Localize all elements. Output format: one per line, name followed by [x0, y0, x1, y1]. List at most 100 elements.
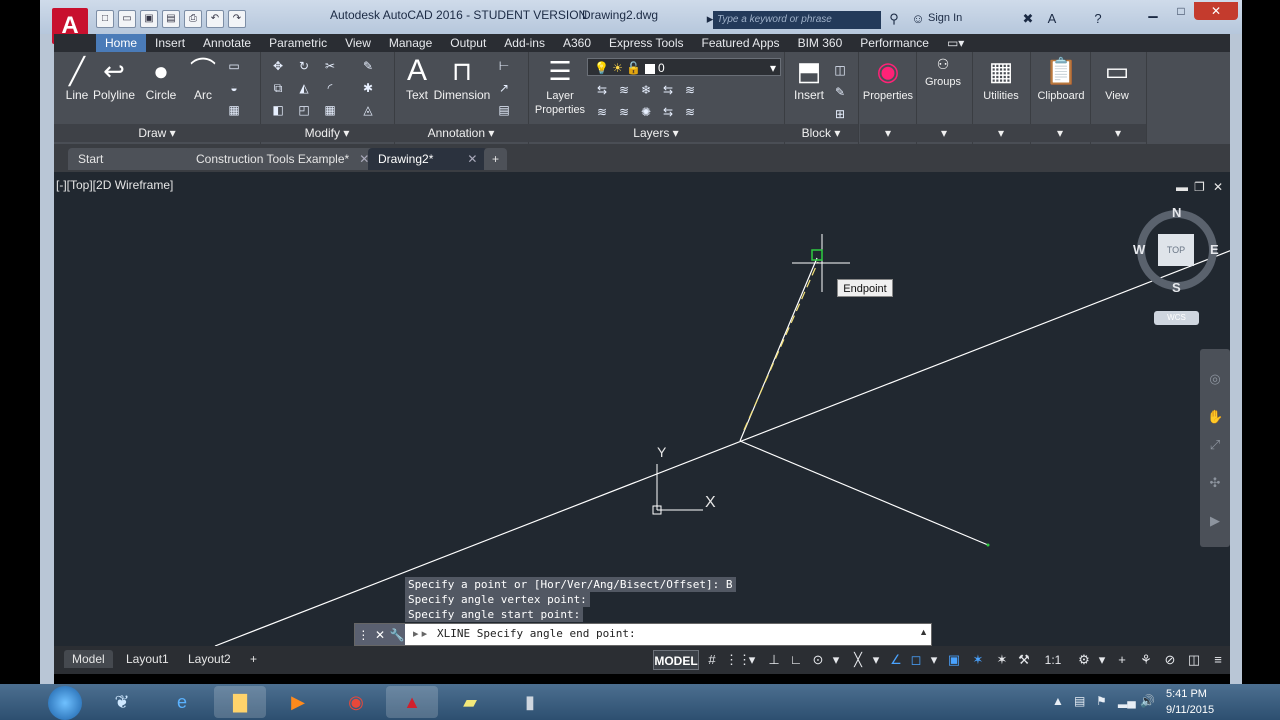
tab-output[interactable]: Output: [441, 34, 495, 52]
help-icon[interactable]: ?: [1090, 11, 1106, 27]
tab-parametric[interactable]: Parametric: [260, 34, 336, 52]
tab-insert[interactable]: Insert: [146, 34, 194, 52]
lineweight-icon[interactable]: ▣: [945, 651, 963, 669]
add-layout-button[interactable]: +: [242, 650, 265, 668]
clipboard-button[interactable]: 📋 Clipboard: [1036, 56, 1086, 102]
showmotion-icon[interactable]: ▶: [1207, 513, 1223, 529]
autocad-taskbar-icon[interactable]: ▲: [386, 686, 438, 718]
ribbon-options-icon[interactable]: ▭▾: [938, 34, 973, 52]
hatch-icon[interactable]: ◒: [226, 80, 242, 96]
view-panel-expand[interactable]: ▾: [1090, 124, 1146, 142]
draw-panel-title[interactable]: Draw ▾: [54, 124, 260, 142]
search-input[interactable]: Type a keyword or phrase: [713, 11, 881, 29]
array-icon[interactable]: ▦: [322, 102, 338, 118]
tab-layout1[interactable]: Layout1: [118, 650, 177, 668]
media-player-icon[interactable]: ▶: [272, 686, 324, 718]
autodesk-360-icon[interactable]: A: [1044, 11, 1060, 27]
linear-dim-icon[interactable]: ⊢: [496, 58, 512, 74]
layer-unlock-icon[interactable]: ✺: [638, 104, 654, 120]
internet-explorer-icon[interactable]: e: [156, 686, 208, 718]
close-window-button[interactable]: ✕: [1194, 2, 1238, 20]
workspace-gear-icon[interactable]: ⚙: [1075, 651, 1093, 669]
minimize-window-button[interactable]: ▁: [1140, 2, 1166, 20]
object-snap-tracking-icon[interactable]: ∠: [887, 651, 905, 669]
tab-layout2[interactable]: Layout2: [180, 650, 239, 668]
isometric-drafting-icon[interactable]: ╳: [849, 651, 867, 669]
annotation-scale-icon[interactable]: ⚒: [1015, 651, 1033, 669]
units-icon[interactable]: ⚘: [1137, 651, 1155, 669]
iso-menu-chevron-icon[interactable]: ▾: [867, 651, 885, 669]
zoom-extents-icon[interactable]: ⤢: [1207, 437, 1223, 453]
create-block-icon[interactable]: ◫: [832, 62, 848, 78]
pan-icon[interactable]: ✋: [1207, 409, 1223, 425]
viewport-controls[interactable]: [-][Top][2D Wireframe]: [56, 178, 173, 192]
compass-east[interactable]: E: [1210, 242, 1219, 257]
viewport-restore-icon[interactable]: ❐: [1194, 180, 1205, 194]
tab-performance[interactable]: Performance: [851, 34, 938, 52]
layer-merge-icon[interactable]: ≋: [682, 104, 698, 120]
gradient-icon[interactable]: ▦: [226, 102, 242, 118]
trim-icon[interactable]: ✂: [322, 58, 338, 74]
model-space-button[interactable]: MODEL: [653, 650, 699, 670]
circle-button[interactable]: ● Circle: [138, 56, 184, 102]
properties-button[interactable]: ◉ Properties: [862, 56, 914, 102]
auto-scale-icon[interactable]: ✶: [993, 651, 1011, 669]
steering-wheel-icon[interactable]: ◎: [1207, 371, 1223, 387]
dimension-button[interactable]: ⊓ Dimension: [432, 56, 492, 102]
tab-annotate[interactable]: Annotate: [194, 34, 260, 52]
tab-drawing2[interactable]: Drawing2* ✕: [368, 148, 488, 170]
grip-icon[interactable]: ⋮: [356, 628, 370, 642]
clock-time[interactable]: 5:41 PM: [1166, 688, 1207, 700]
groups-panel-expand[interactable]: ▾: [916, 124, 972, 142]
exchange-icon[interactable]: ✖: [1020, 11, 1036, 27]
properties-panel-expand[interactable]: ▾: [860, 124, 916, 142]
tray-expand-icon[interactable]: ▲: [1052, 694, 1064, 708]
new-tab-button[interactable]: +: [484, 148, 508, 170]
layer-isolate-icon[interactable]: ≋: [616, 82, 632, 98]
action-center-flag-icon[interactable]: ⚑: [1096, 694, 1107, 708]
rectangle-icon[interactable]: ▭: [226, 58, 242, 74]
customization-menu-icon[interactable]: ≡: [1209, 651, 1227, 669]
polar-menu-chevron-icon[interactable]: ▾: [827, 651, 845, 669]
layer-dropdown[interactable]: 💡 ☀ 🔓 0 ▾: [587, 58, 781, 76]
grid-icon[interactable]: #: [703, 651, 721, 669]
copy-icon[interactable]: ⧉: [270, 80, 286, 96]
tab-home[interactable]: Home: [96, 34, 147, 52]
customize-wrench-icon[interactable]: 🔧: [390, 628, 405, 642]
compass-west[interactable]: W: [1133, 242, 1145, 257]
layer-off-icon[interactable]: ⇆: [594, 82, 610, 98]
maximize-window-button[interactable]: □: [1168, 2, 1194, 20]
polyline-button[interactable]: ↩ Polyline: [90, 56, 138, 102]
chrome-icon[interactable]: ◉: [330, 686, 382, 718]
ortho-icon[interactable]: ∟: [787, 651, 805, 669]
explode-icon[interactable]: ✱: [360, 80, 376, 96]
viewport-close-icon[interactable]: ✕: [1213, 180, 1223, 194]
user-icon[interactable]: ☺: [910, 11, 926, 27]
clock-date[interactable]: 9/11/2015: [1166, 704, 1214, 716]
print-icon[interactable]: ⎙: [184, 10, 202, 28]
feather-app-icon[interactable]: ❦: [96, 686, 148, 718]
snap-menu-chevron-icon[interactable]: ▾: [743, 651, 761, 669]
save-icon[interactable]: ▣: [140, 10, 158, 28]
clean-screen-icon[interactable]: ◫: [1185, 651, 1203, 669]
compass-north[interactable]: N: [1172, 205, 1181, 220]
command-prompt-text[interactable]: XLINE Specify angle end point:: [437, 627, 636, 640]
sign-in-button[interactable]: Sign In: [928, 12, 962, 24]
move-icon[interactable]: ✥: [270, 58, 286, 74]
infer-constraints-icon[interactable]: ⊥: [765, 651, 783, 669]
modify-panel-title[interactable]: Modify ▾: [260, 124, 394, 142]
viewport-minimize-icon[interactable]: ▬: [1176, 180, 1188, 194]
undo-icon[interactable]: ↶: [206, 10, 224, 28]
tab-express-tools[interactable]: Express Tools: [600, 34, 692, 52]
workspace-menu-chevron-icon[interactable]: ▾: [1093, 651, 1111, 669]
viewcube-top-face[interactable]: TOP: [1158, 234, 1194, 266]
tab-manage[interactable]: Manage: [380, 34, 441, 52]
start-button[interactable]: [48, 686, 82, 720]
view-button[interactable]: ▭ View: [1094, 56, 1140, 102]
groups-button[interactable]: ⚇ Groups: [920, 56, 966, 88]
erase-icon[interactable]: ✎: [360, 58, 376, 74]
new-icon[interactable]: □: [96, 10, 114, 28]
wcs-menu-button[interactable]: WCS: [1154, 311, 1199, 325]
drawing-canvas[interactable]: [54, 172, 1230, 646]
layer-properties-button[interactable]: ☰ Layer Properties: [532, 56, 588, 116]
